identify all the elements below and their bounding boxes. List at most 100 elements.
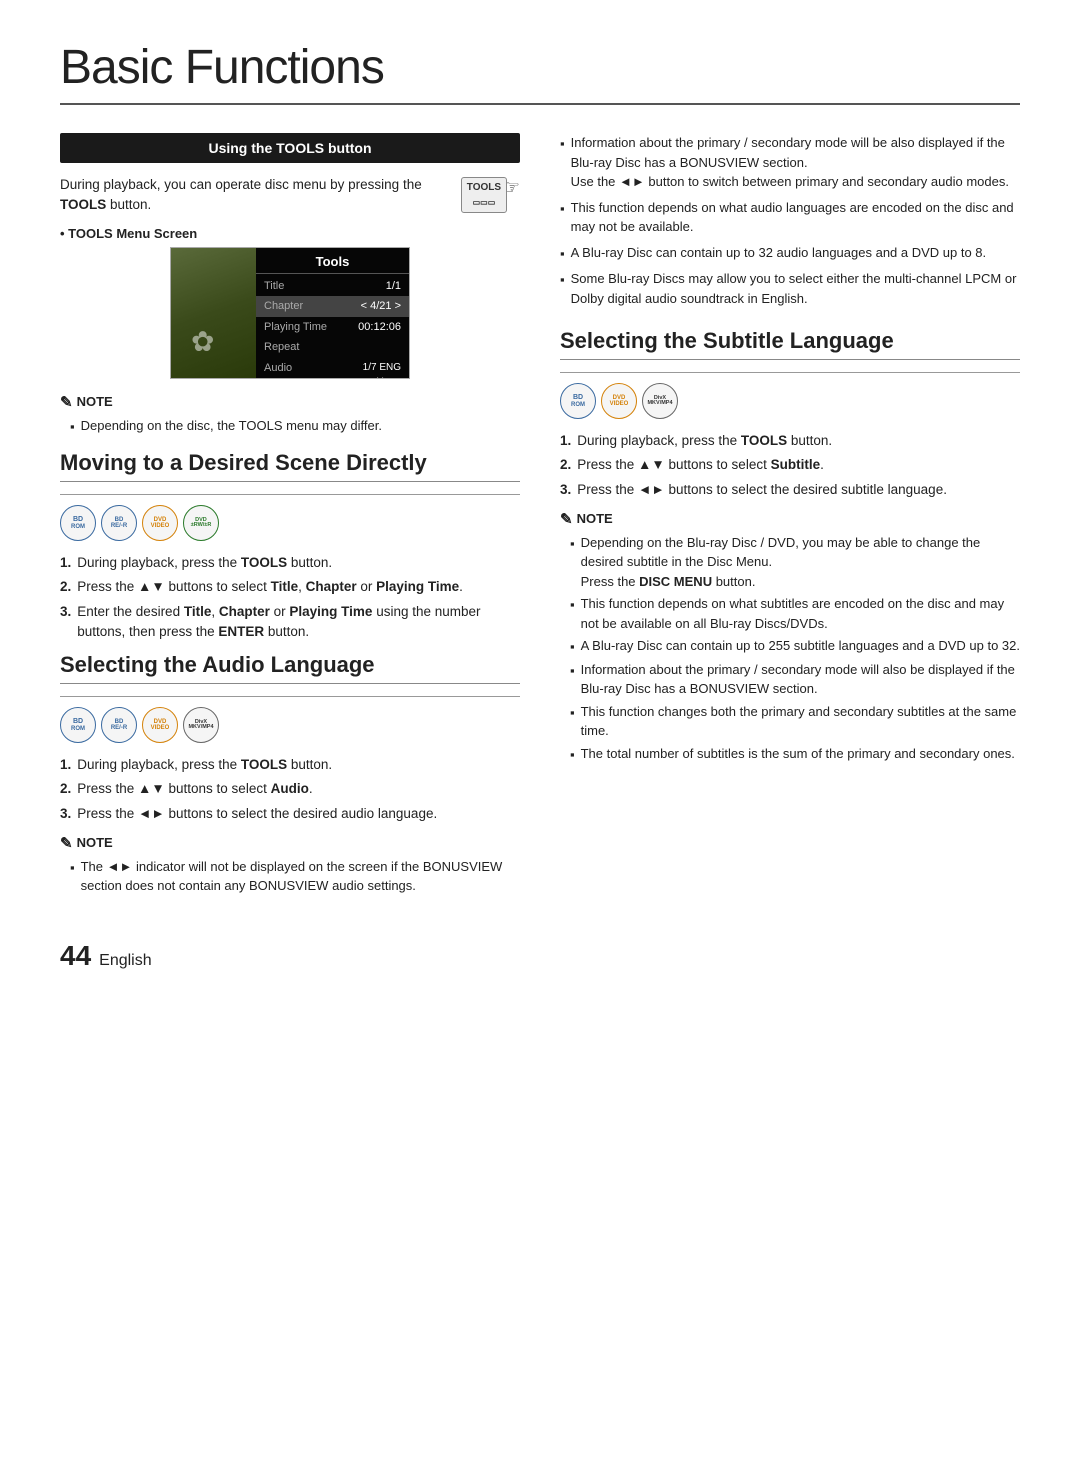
audio-info-bullets: Information about the primary / secondar… bbox=[560, 133, 1020, 308]
audio-note-icon: ✎ bbox=[60, 834, 73, 852]
badge-bd-rom-2: BDROM bbox=[60, 707, 96, 743]
moving-step-2: 2. Press the ▲▼ buttons to select Title,… bbox=[60, 577, 520, 597]
tools-note-label: NOTE bbox=[77, 394, 113, 409]
badge-divx-2: DivXMKV/MP4 bbox=[183, 707, 219, 743]
page-number-area: 44 English bbox=[60, 940, 1020, 972]
subtitle-note-section: ✎ NOTE Depending on the Blu-ray Disc / D… bbox=[560, 510, 1020, 765]
audio-step-3: 3. Press the ◄► buttons to select the de… bbox=[60, 804, 520, 824]
audio-step-text-1: During playback, press the TOOLS button. bbox=[77, 755, 520, 775]
subtitle-note-label: NOTE bbox=[577, 511, 613, 526]
moving-step-3: 3. Enter the desired Title, Chapter or P… bbox=[60, 602, 520, 643]
subtitle-step-3: 3. Press the ◄► buttons to select the de… bbox=[560, 480, 1020, 500]
subtitle-note-text-4: Information about the primary / secondar… bbox=[581, 660, 1020, 699]
tools-button-icon: TOOLS▭▭▭ bbox=[461, 177, 507, 213]
subtitle-note-header: ✎ NOTE bbox=[560, 510, 1020, 528]
step-text-3: Enter the desired Title, Chapter or Play… bbox=[77, 602, 520, 643]
badge-dvd-video-3: DVDVIDEO bbox=[601, 383, 637, 419]
subtitle-step-num-2: 2. bbox=[560, 455, 571, 475]
screen-inner: ✿ Tools Title1/1 Chapter< 4/21 > Playing… bbox=[171, 248, 409, 378]
audio-section-title: Selecting the Audio Language bbox=[60, 652, 520, 684]
audio-bullet-text-4: Some Blu-ray Discs may allow you to sele… bbox=[571, 269, 1020, 308]
badge-dvd-rw-r-1: DVD±RW/±R bbox=[183, 505, 219, 541]
flower-decoration: ✿ bbox=[191, 325, 214, 358]
badge-bd-re-r-2: BDRE/-R bbox=[101, 707, 137, 743]
audio-note-section: ✎ NOTE The ◄► indicator will not be disp… bbox=[60, 834, 520, 896]
subtitle-note-item-4: Information about the primary / secondar… bbox=[570, 660, 1020, 699]
subtitle-note-text-6: The total number of subtitles is the sum… bbox=[581, 744, 1015, 765]
subtitle-note-text-2: This function depends on what subtitles … bbox=[581, 594, 1020, 633]
page-num: 44 bbox=[60, 940, 91, 972]
page-language: English bbox=[99, 952, 151, 970]
subtitle-note-item-2: This function depends on what subtitles … bbox=[570, 594, 1020, 633]
audio-bullet-4: Some Blu-ray Discs may allow you to sele… bbox=[560, 269, 1020, 308]
moving-section-title: Moving to a Desired Scene Directly bbox=[60, 450, 520, 482]
subtitle-step-num-3: 3. bbox=[560, 480, 571, 500]
subtitle-badges: BDROM DVDVIDEO DivXMKV/MP4 bbox=[560, 383, 1020, 419]
subtitle-note-text-3: A Blu-ray Disc can contain up to 255 sub… bbox=[581, 636, 1020, 657]
badge-bd-rom-1: BDROM bbox=[60, 505, 96, 541]
subtitle-note-item-6: The total number of subtitles is the sum… bbox=[570, 744, 1020, 765]
audio-bullet-text-3: A Blu-ray Disc can contain up to 32 audi… bbox=[571, 243, 987, 264]
tools-button-visual: TOOLS▭▭▭ ☞ bbox=[461, 175, 520, 213]
subtitle-step-text-1: During playback, press the TOOLS button. bbox=[577, 431, 1020, 451]
tools-note-item-1: Depending on the disc, the TOOLS menu ma… bbox=[70, 416, 520, 437]
subtitle-step-2: 2. Press the ▲▼ buttons to select Subtit… bbox=[560, 455, 1020, 475]
menu-row-chapter: Chapter< 4/21 > bbox=[256, 296, 409, 317]
audio-badges: BDROM BDRE/-R DVDVIDEO DivXMKV/MP4 bbox=[60, 707, 520, 743]
subtitle-section-title: Selecting the Subtitle Language bbox=[560, 328, 1020, 360]
step-num-3: 3. bbox=[60, 602, 71, 643]
audio-step-text-2: Press the ▲▼ buttons to select Audio. bbox=[77, 779, 520, 799]
subtitle-step-text-3: Press the ◄► buttons to select the desir… bbox=[577, 480, 1020, 500]
badge-dvd-video-2: DVDVIDEO bbox=[142, 707, 178, 743]
tools-note-header: ✎ NOTE bbox=[60, 393, 520, 411]
note-icon: ✎ bbox=[60, 393, 73, 411]
subtitle-note-item-1: Depending on the Blu-ray Disc / DVD, you… bbox=[570, 533, 1020, 592]
menu-row-title: Title1/1 bbox=[256, 276, 409, 297]
right-column: Information about the primary / secondar… bbox=[560, 133, 1020, 910]
subtitle-step-text-2: Press the ▲▼ buttons to select Subtitle. bbox=[577, 455, 1020, 475]
tools-menu-label: • TOOLS Menu Screen bbox=[60, 226, 520, 241]
tools-box-header: Using the TOOLS button bbox=[60, 133, 520, 163]
audio-bullet-text-2: This function depends on what audio lang… bbox=[571, 198, 1020, 237]
audio-step-num-2: 2. bbox=[60, 779, 71, 799]
menu-row-playing-time: Playing Time00:12:06 bbox=[256, 317, 409, 338]
tools-menu-screen: ✿ Tools Title1/1 Chapter< 4/21 > Playing… bbox=[170, 247, 410, 379]
step-num-2: 2. bbox=[60, 577, 71, 597]
tools-note-section: ✎ NOTE Depending on the disc, the TOOLS … bbox=[60, 393, 520, 437]
audio-bullet-text-1: Information about the primary / secondar… bbox=[571, 133, 1020, 192]
audio-step-1: 1. During playback, press the TOOLS butt… bbox=[60, 755, 520, 775]
tools-menu-panel: Tools Title1/1 Chapter< 4/21 > Playing T… bbox=[256, 248, 409, 378]
subtitle-note-text-5: This function changes both the primary a… bbox=[581, 702, 1020, 741]
audio-step-num-3: 3. bbox=[60, 804, 71, 824]
audio-note-item-1: The ◄► indicator will not be displayed o… bbox=[70, 857, 520, 896]
intro-text-content: During playback, you can operate disc me… bbox=[60, 175, 451, 216]
badge-dvd-video-1: DVDVIDEO bbox=[142, 505, 178, 541]
badge-divx-3: DivXMKV/MP4 bbox=[642, 383, 678, 419]
moving-steps: 1. During playback, press the TOOLS butt… bbox=[60, 553, 520, 642]
moving-divider bbox=[60, 494, 520, 495]
subtitle-note-item-5: This function changes both the primary a… bbox=[570, 702, 1020, 741]
audio-divider bbox=[60, 696, 520, 697]
subtitle-note-text-1: Depending on the Blu-ray Disc / DVD, you… bbox=[581, 533, 1020, 592]
badge-bd-rom-3: BDROM bbox=[560, 383, 596, 419]
audio-bullet-1: Information about the primary / secondar… bbox=[560, 133, 1020, 192]
subtitle-note-icon: ✎ bbox=[560, 510, 573, 528]
audio-note-header: ✎ NOTE bbox=[60, 834, 520, 852]
audio-bullet-3: A Blu-ray Disc can contain up to 32 audi… bbox=[560, 243, 1020, 264]
left-column: Using the TOOLS button During playback, … bbox=[60, 133, 520, 910]
step-num-1: 1. bbox=[60, 553, 71, 573]
audio-step-text-3: Press the ◄► buttons to select the desir… bbox=[77, 804, 520, 824]
subtitle-steps: 1. During playback, press the TOOLS butt… bbox=[560, 431, 1020, 500]
menu-row-repeat: Repeat bbox=[256, 337, 409, 358]
audio-bullet-2: This function depends on what audio lang… bbox=[560, 198, 1020, 237]
badge-bd-re-r-1: BDRE/-R bbox=[101, 505, 137, 541]
tools-menu-title: Tools bbox=[256, 251, 409, 274]
screen-background-image: ✿ bbox=[171, 248, 256, 378]
moving-badges: BDROM BDRE/-R DVDVIDEO DVD±RW/±R bbox=[60, 505, 520, 541]
subtitle-step-1: 1. During playback, press the TOOLS butt… bbox=[560, 431, 1020, 451]
subtitle-divider bbox=[560, 372, 1020, 373]
menu-row-audio: Audio1/7 ENG Multi CH bbox=[256, 358, 409, 379]
step-text-1: During playback, press the TOOLS button. bbox=[77, 553, 520, 573]
tools-note-text-1: Depending on the disc, the TOOLS menu ma… bbox=[81, 416, 382, 437]
audio-step-num-1: 1. bbox=[60, 755, 71, 775]
